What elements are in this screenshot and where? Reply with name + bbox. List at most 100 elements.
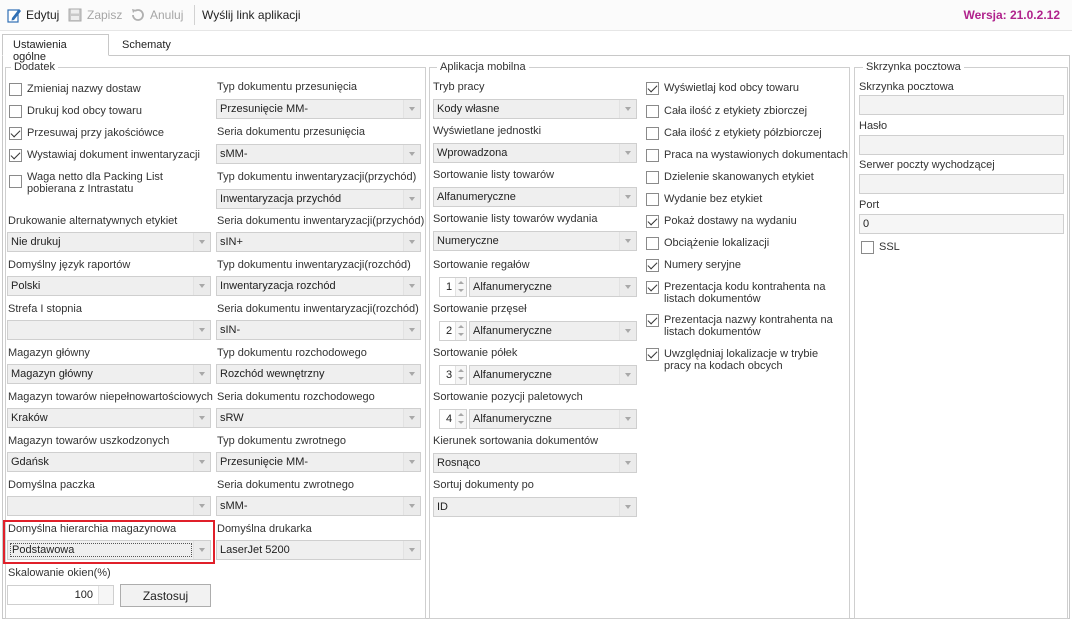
doc-sort-direction-select[interactable]: Rosnąco	[433, 453, 637, 473]
apply-button[interactable]: Zastosuj	[120, 584, 211, 607]
checkbox-box	[646, 193, 659, 206]
checkbox-label: Wydanie bez etykiet	[664, 193, 763, 205]
checkbox-location-load[interactable]: Obciążenie lokalizacji	[646, 237, 769, 250]
save-button[interactable]: Zapisz	[67, 6, 122, 24]
port-input[interactable]: 0	[859, 214, 1064, 234]
checkbox-contractor-name-on-lists[interactable]: Prezentacja nazwy kontrahenta na listach…	[646, 314, 846, 338]
checkbox-issue-inventory-doc[interactable]: Wystawiaj dokument inwentaryzacji	[9, 149, 200, 162]
mailbox-input[interactable]	[859, 95, 1064, 115]
displayed-units-select[interactable]: Wprowadzona	[433, 143, 637, 163]
inventory-income-series-select[interactable]: sIN+	[216, 232, 421, 252]
cancel-button[interactable]: Anuluj	[130, 6, 183, 24]
chevron-down-icon	[193, 365, 210, 383]
field-label: Sortowanie listy towarów wydania	[433, 213, 598, 225]
select-value: sIN+	[220, 236, 243, 248]
edit-button[interactable]: Edytuj	[6, 6, 59, 24]
checkbox-work-on-issued-docs[interactable]: Praca na wystawionych dokumentach	[646, 149, 848, 162]
damaged-warehouse-select[interactable]: Gdańsk	[7, 452, 211, 472]
spinner-arrows-icon	[455, 322, 466, 340]
spinner-arrows-icon	[455, 366, 466, 384]
select-value: LaserJet 5200	[220, 544, 290, 556]
return-doc-type-select[interactable]: Przesunięcie MM-	[216, 452, 421, 472]
toolbar: Edytuj Zapisz Anuluj Wyślij link aplikac…	[0, 0, 1072, 31]
checkbox-full-qty-collective[interactable]: Cała ilość z etykiety zbiorczej	[646, 105, 807, 118]
return-doc-series-select[interactable]: sMM-	[216, 496, 421, 516]
doc-sort-by-select[interactable]: ID	[433, 497, 637, 517]
transfer-doc-type-select[interactable]: Przesunięcie MM-	[216, 99, 421, 119]
checkbox-show-foreign-code[interactable]: Wyświetlaj kod obcy towaru	[646, 82, 799, 95]
checkbox-issue-without-labels[interactable]: Wydanie bez etykiet	[646, 193, 762, 206]
checkbox-print-foreign-code[interactable]: Drukuj kod obcy towaru	[9, 105, 142, 118]
checkbox-box	[646, 259, 659, 272]
pallet-sort-select[interactable]: Alfanumeryczne	[469, 409, 637, 429]
field-label: Skrzynka pocztowa	[859, 81, 954, 93]
checkbox-label: Waga netto dla Packing List pobierana z …	[27, 171, 163, 195]
outgoing-doc-series-select[interactable]: sRW	[216, 408, 421, 428]
select-value: Alfanumeryczne	[437, 191, 516, 203]
pallet-sort-order-spinner[interactable]: 4	[439, 409, 467, 429]
inventory-outcome-type-select[interactable]: Inwentaryzacja rozchód	[216, 276, 421, 296]
tab-schemas[interactable]: Schematy	[111, 34, 182, 56]
select-value: Alfanumeryczne	[473, 325, 552, 337]
edit-icon	[7, 9, 21, 23]
password-input[interactable]	[859, 135, 1064, 155]
report-language-select[interactable]: Polski	[7, 276, 211, 296]
checkbox-split-scanned-labels[interactable]: Dzielenie skanowanych etykiet	[646, 171, 814, 184]
main-warehouse-select[interactable]: Magazyn główny	[7, 364, 211, 384]
chevron-down-icon	[619, 278, 636, 296]
field-label: Seria dokumentu inwentaryzacji(rozchód)	[217, 303, 419, 315]
select-value: Alfanumeryczne	[473, 369, 552, 381]
shelf-sort-select[interactable]: Alfanumeryczne	[469, 365, 637, 385]
chevron-down-icon	[619, 410, 636, 428]
highlight-frame	[3, 520, 215, 564]
shelf-sort-order-spinner[interactable]: 3	[439, 365, 467, 385]
checkbox-box	[646, 171, 659, 184]
transfer-series-select[interactable]: sMM-	[216, 144, 421, 164]
default-printer-select[interactable]: LaserJet 5200	[216, 540, 421, 560]
field-label: Sortuj dokumenty po	[433, 479, 534, 491]
group-mobile-title: Aplikacja mobilna	[437, 61, 529, 73]
field-label: Sortowanie listy towarów	[433, 169, 555, 181]
field-label: Domyślny język raportów	[8, 259, 131, 271]
tab-general-settings[interactable]: Ustawienia ogólne	[2, 34, 109, 63]
smtp-server-input[interactable]	[859, 174, 1064, 194]
product-list-sort-select[interactable]: Alfanumeryczne	[433, 187, 637, 207]
send-link-button[interactable]: Wyślij link aplikacji	[202, 6, 301, 24]
checkbox-net-weight-intrastat[interactable]: Waga netto dla Packing List pobierana z …	[9, 171, 214, 195]
rack-sort-select[interactable]: Alfanumeryczne	[469, 277, 637, 297]
checkbox-full-qty-semicollective[interactable]: Cała ilość z etykiety półzbiorczej	[646, 127, 822, 140]
inventory-outcome-series-select[interactable]: sIN-	[216, 320, 421, 340]
checkbox-serial-numbers[interactable]: Numery seryjne	[646, 259, 741, 272]
outgoing-doc-type-select[interactable]: Rozchód wewnętrzny	[216, 364, 421, 384]
checkbox-label: Dzielenie skanowanych etykiet	[664, 171, 814, 183]
checkbox-box	[9, 83, 22, 96]
work-mode-select[interactable]: Kody własne	[433, 99, 637, 119]
issue-list-sort-select[interactable]: Numeryczne	[433, 231, 637, 251]
alt-labels-select[interactable]: Nie drukuj	[7, 232, 211, 252]
field-label: Seria dokumentu inwentaryzacji(przychód)	[217, 215, 425, 227]
checkbox-move-on-quality[interactable]: Przesuwaj przy jakościówce	[9, 127, 164, 140]
checkbox-contractor-code-on-lists[interactable]: Prezentacja kodu kontrahenta na listach …	[646, 281, 846, 305]
checkbox-location-foreign-codes[interactable]: Uwzględniaj lokalizacje w trybie pracy n…	[646, 348, 846, 372]
chevron-down-icon	[193, 277, 210, 295]
chevron-down-icon	[403, 277, 420, 295]
save-label: Zapisz	[87, 8, 123, 22]
chevron-down-icon	[403, 145, 420, 163]
checkbox-box	[9, 105, 22, 118]
bay-sort-order-spinner[interactable]: 2	[439, 321, 467, 341]
bay-sort-select[interactable]: Alfanumeryczne	[469, 321, 637, 341]
field-label: Typ dokumentu przesunięcia	[217, 81, 358, 93]
rack-sort-order-spinner[interactable]: 1	[439, 277, 467, 297]
field-label: Sortowanie regałów	[433, 259, 530, 271]
checkbox-change-delivery-names[interactable]: Zmieniaj nazwy dostaw	[9, 83, 141, 96]
checkbox-box	[646, 127, 659, 140]
zone-first-level-select[interactable]	[7, 320, 211, 340]
default-package-select[interactable]	[7, 496, 211, 516]
checkbox-show-deliveries-on-issue[interactable]: Pokaż dostawy na wydaniu	[646, 215, 797, 228]
select-value: Alfanumeryczne	[473, 413, 552, 425]
substandard-warehouse-select[interactable]: Kraków	[7, 408, 211, 428]
inventory-income-type-select[interactable]: Inwentaryzacja przychód	[216, 189, 421, 209]
select-value: Kraków	[11, 412, 48, 424]
window-scaling-spinner[interactable]: 100	[7, 585, 114, 605]
checkbox-ssl[interactable]: SSL	[861, 241, 900, 254]
